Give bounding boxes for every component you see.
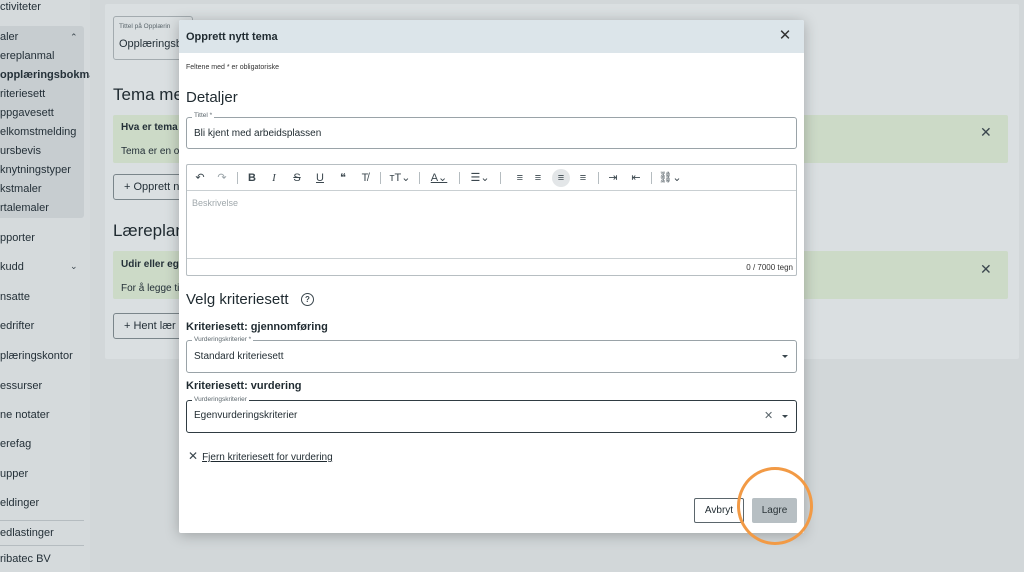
- create-theme-button-label: Opprett n: [133, 181, 180, 193]
- assessment-criteria-heading: Kriteriesett: vurdering: [186, 380, 302, 392]
- character-count: 0 / 7000 tegn: [746, 263, 793, 272]
- sidebar-item-bedrifter[interactable]: edrifter: [0, 320, 34, 332]
- sidebar-item-tilknytningstyper[interactable]: knytningstyper: [0, 164, 71, 176]
- help-icon[interactable]: ?: [301, 293, 314, 306]
- dialog-title: Opprett nytt tema: [186, 31, 278, 43]
- sidebar-item-kriteriesett[interactable]: riteriesett: [0, 88, 45, 100]
- chevron-down-icon[interactable]: [782, 355, 788, 358]
- strikethrough-icon[interactable]: S: [290, 169, 304, 187]
- sidebar-item-grupper[interactable]: upper: [0, 468, 28, 480]
- sidebar-item-maler[interactable]: aler: [0, 31, 18, 43]
- toolbar-separator: [380, 172, 381, 184]
- sidebar-item-nedlastinger[interactable]: edlastinger: [0, 527, 54, 539]
- link-icon[interactable]: ⛓⌄: [657, 169, 683, 187]
- alert-title-tema: Hva er tema: [121, 122, 178, 133]
- editor-toolbar: ↶ ↷ B I S U ❝ T̸ тT⌄ A⌄ ☰⌄ ≡ ≡ ≡ ≡ ⇥ ⇤ ⛓…: [187, 165, 796, 191]
- align-left-icon[interactable]: ≡: [552, 169, 570, 187]
- list-icon[interactable]: ☰⌄: [467, 169, 493, 187]
- description-placeholder[interactable]: Beskrivelse: [192, 198, 238, 208]
- sidebar-item-ressurser[interactable]: essurser: [0, 380, 42, 392]
- title-field-value: Opplæringsb: [119, 38, 182, 50]
- sidebar-item-rapporter[interactable]: pporter: [0, 232, 35, 244]
- title-input-label: Tittel *: [192, 112, 215, 119]
- align-justify-icon[interactable]: ≡: [575, 169, 591, 187]
- close-icon[interactable]: ✕: [777, 28, 793, 44]
- remove-assessment-criteria-link[interactable]: ✕ Fjern kriteriesett for vurdering: [188, 449, 333, 463]
- fetch-curriculum-button[interactable]: + Hent lær: [113, 313, 183, 339]
- editor-footer: 0 / 7000 tegn: [187, 258, 796, 275]
- font-color-icon[interactable]: A⌄: [426, 169, 452, 187]
- underline-icon[interactable]: U: [313, 169, 327, 187]
- sidebar-item-meldinger[interactable]: eldinger: [0, 497, 39, 509]
- chevron-up-icon[interactable]: ⌃: [70, 32, 78, 43]
- fetch-curriculum-button-label: Hent lær: [133, 320, 176, 332]
- close-icon[interactable]: ✕: [980, 261, 992, 278]
- sidebar-item-utskudd[interactable]: kudd: [0, 261, 24, 273]
- sidebar-item-larefag[interactable]: erefag: [0, 438, 31, 450]
- undo-icon[interactable]: ↶: [192, 169, 208, 187]
- toolbar-separator: [459, 172, 460, 184]
- align-center-icon[interactable]: ≡: [530, 169, 546, 187]
- sidebar-divider: [0, 520, 84, 521]
- sidebar-divider: [0, 545, 84, 546]
- execution-criteria-heading: Kriteriesett: gjennomføring: [186, 321, 328, 333]
- execution-criteria-label: Vurderingskriterier *: [192, 336, 254, 343]
- redo-icon[interactable]: ↷: [214, 169, 230, 187]
- sidebar: ctiviteter aler ⌃ ereplanmal opplæringsb…: [0, 0, 90, 572]
- toolbar-separator: [237, 172, 238, 184]
- align-right-icon[interactable]: ≡: [507, 169, 523, 187]
- cancel-button[interactable]: Avbryt: [694, 498, 744, 523]
- sidebar-item-velkomstmelding[interactable]: elkomstmelding: [0, 126, 76, 138]
- font-size-icon[interactable]: тT⌄: [387, 169, 413, 187]
- sidebar-item-oppgavesett[interactable]: ppgavesett: [0, 107, 54, 119]
- quote-icon[interactable]: ❝: [335, 169, 351, 187]
- sidebar-item-ansatte[interactable]: nsatte: [0, 291, 30, 303]
- sidebar-item-lareplanmal[interactable]: ereplanmal: [0, 50, 54, 62]
- required-fields-note: Feltene med * er obligatoriske: [186, 64, 279, 71]
- chevron-down-icon[interactable]: ⌄: [70, 261, 78, 272]
- sidebar-item-organization[interactable]: ribatec BV: [0, 553, 51, 565]
- criteria-heading: Velg kriteriesett: [186, 291, 289, 308]
- details-heading: Detaljer: [186, 89, 238, 106]
- create-theme-dialog: Opprett nytt tema ✕ Feltene med * er obl…: [179, 20, 804, 533]
- save-button[interactable]: Lagre: [752, 498, 797, 523]
- sidebar-item-opplaeringsbokmal[interactable]: opplæringsbokmal: [0, 69, 90, 81]
- toolbar-separator: [598, 172, 599, 184]
- sidebar-item-samtalemaler[interactable]: rtalemaler: [0, 202, 49, 214]
- clear-icon[interactable]: ✕: [764, 409, 773, 422]
- italic-icon[interactable]: I: [267, 169, 281, 187]
- toolbar-separator: [651, 172, 652, 184]
- execution-criteria-value: Standard kriteriesett: [194, 351, 284, 362]
- clear-format-icon[interactable]: T̸: [357, 169, 373, 187]
- dialog-header: Opprett nytt tema ✕: [179, 20, 804, 53]
- close-icon[interactable]: ✕: [980, 124, 992, 141]
- outdent-icon[interactable]: ⇤: [628, 169, 644, 187]
- bold-icon[interactable]: B: [245, 169, 259, 187]
- sidebar-item-opplaeringskontor[interactable]: plæringskontor: [0, 350, 73, 362]
- title-field-label: Tittel på Opplærin: [119, 23, 171, 30]
- sidebar-item-mine-notater[interactable]: ne notater: [0, 409, 50, 421]
- indent-icon[interactable]: ⇥: [605, 169, 621, 187]
- toolbar-separator: [500, 172, 501, 184]
- toolbar-separator: [419, 172, 420, 184]
- sidebar-item-aktiviteter[interactable]: ctiviteter: [0, 1, 41, 13]
- chevron-down-icon[interactable]: [782, 415, 788, 418]
- alert-text-lareplan: For å legge ti: [121, 283, 180, 294]
- alert-text-tema: Tema er en o: [121, 146, 180, 157]
- sidebar-item-tekstmaler[interactable]: kstmaler: [0, 183, 42, 195]
- description-editor[interactable]: ↶ ↷ B I S U ❝ T̸ тT⌄ A⌄ ☰⌄ ≡ ≡ ≡ ≡ ⇥ ⇤ ⛓…: [186, 164, 797, 276]
- sidebar-item-kursbevis[interactable]: ursbevis: [0, 145, 41, 157]
- create-theme-button[interactable]: + Opprett n: [113, 174, 183, 200]
- assessment-criteria-label: Vurderingskriterier: [192, 396, 249, 403]
- alert-title-lareplan: Udir eller eg: [121, 259, 179, 270]
- remove-link-label: Fjern kriteriesett for vurdering: [202, 452, 333, 463]
- assessment-criteria-value: Egenvurderingskriterier: [194, 410, 298, 421]
- title-input-value: Bli kjent med arbeidsplassen: [194, 128, 322, 139]
- close-icon: ✕: [188, 449, 199, 463]
